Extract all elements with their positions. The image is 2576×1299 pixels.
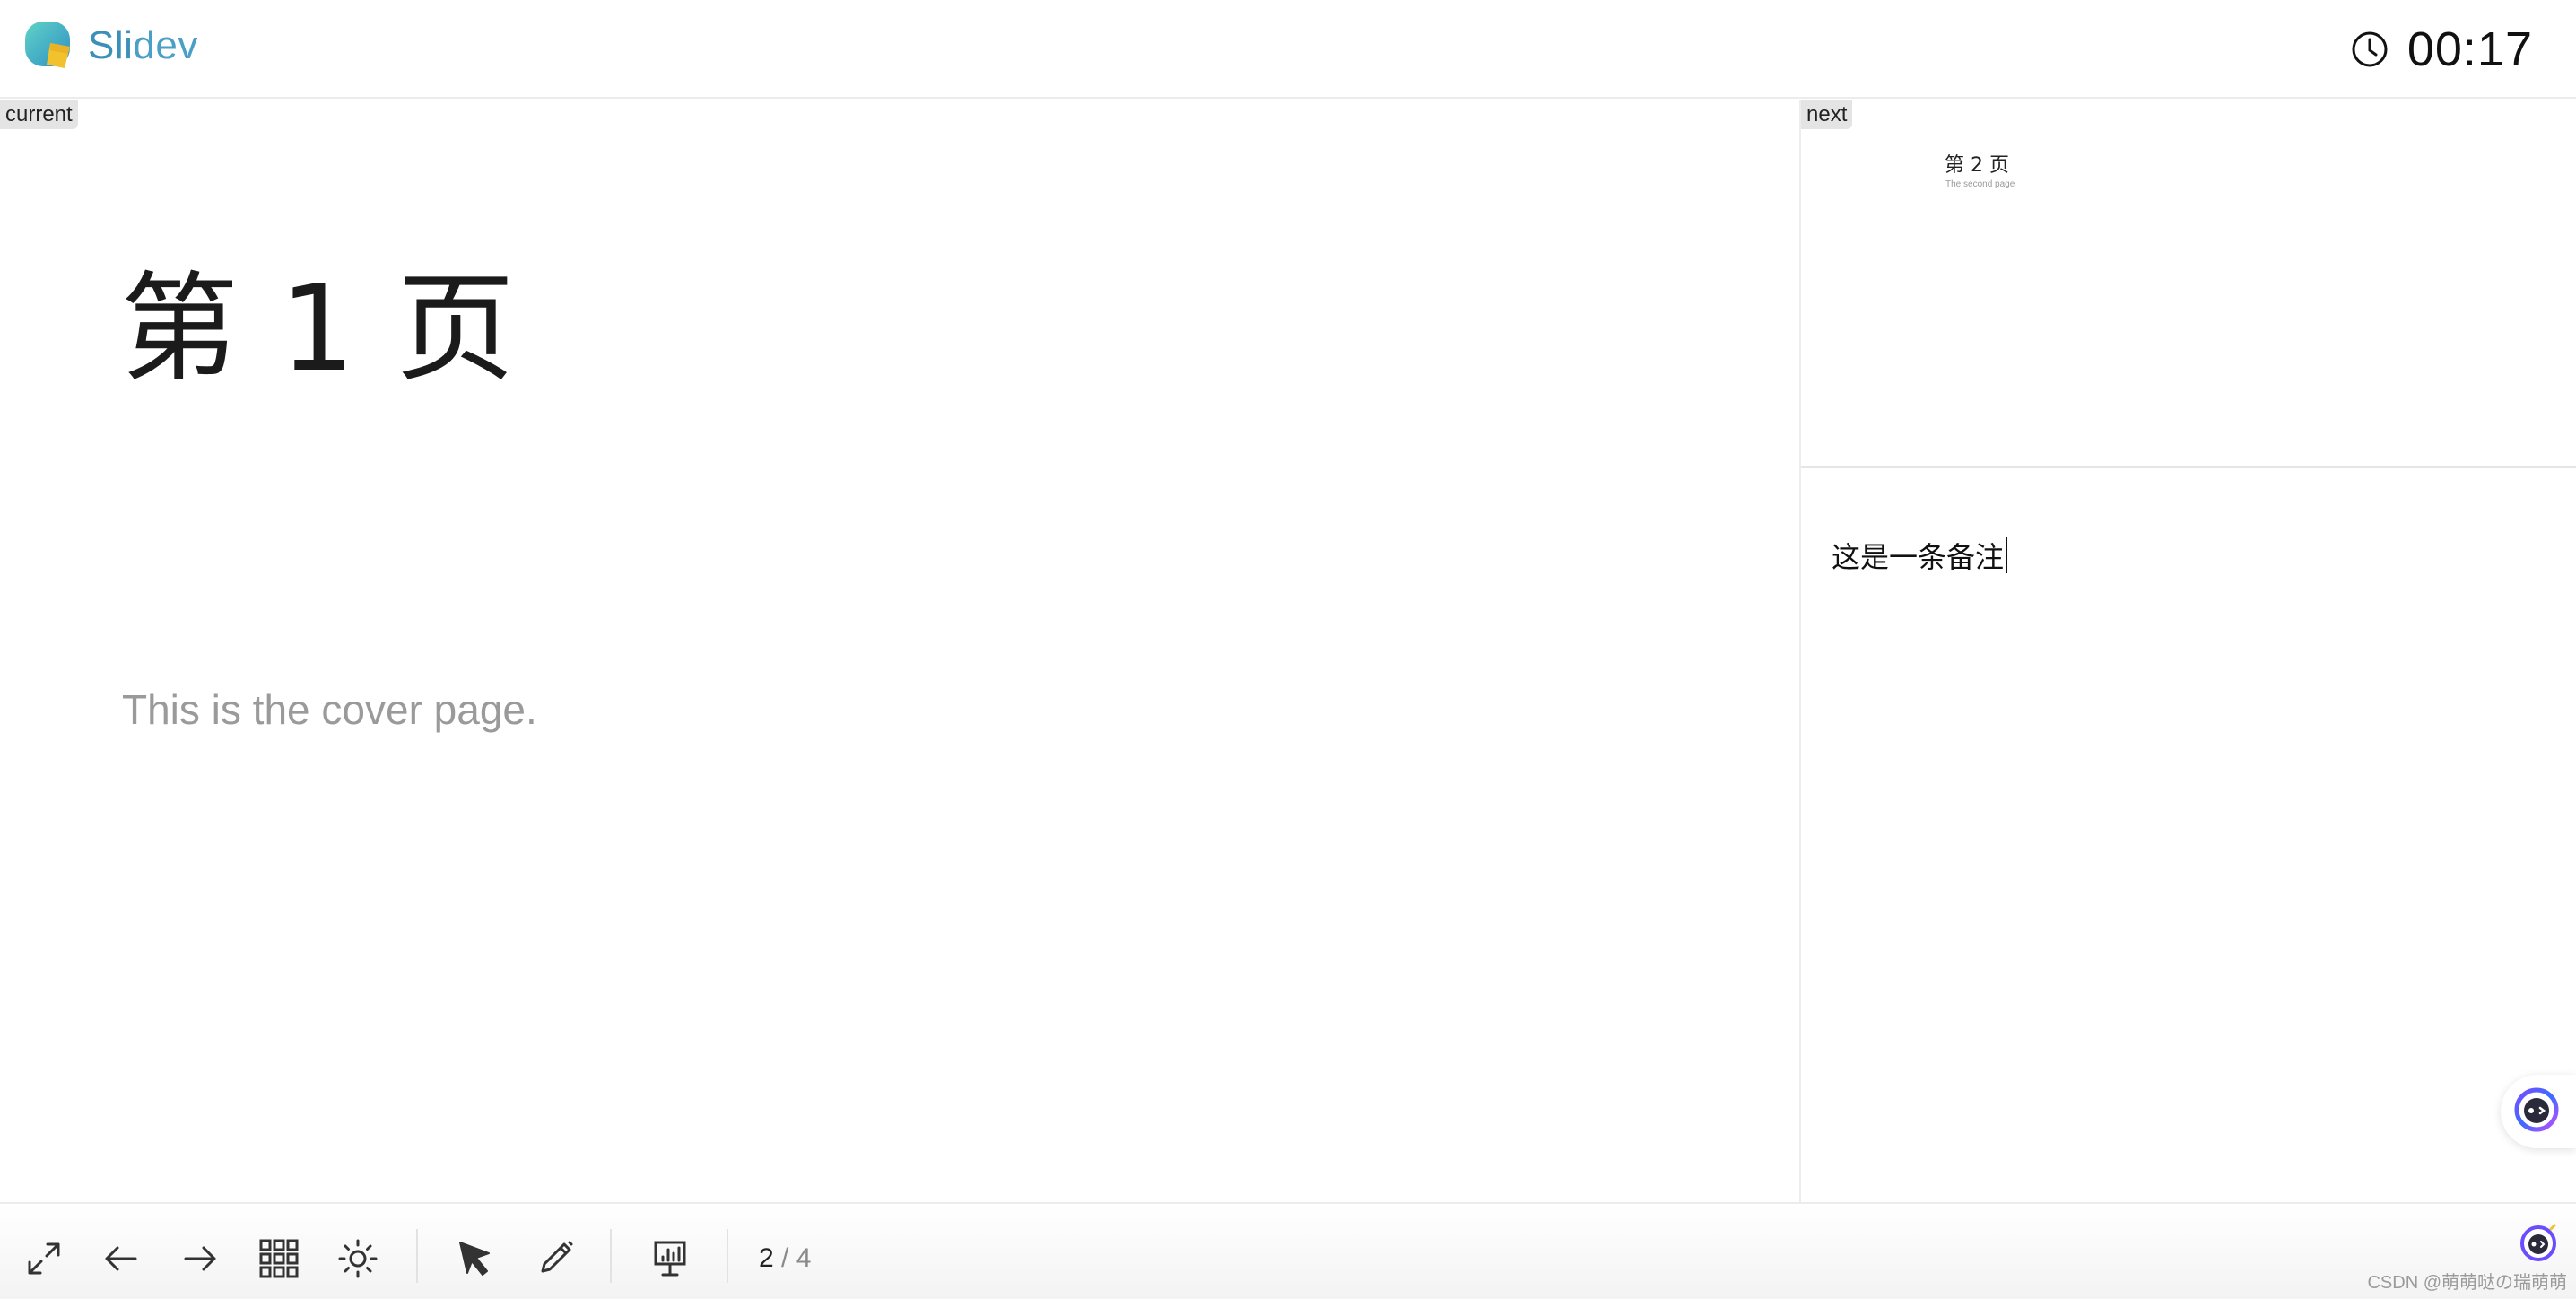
clock-icon xyxy=(2350,30,2389,69)
header-bar: Slidev 00:17 xyxy=(0,0,2576,99)
toolbar-separator xyxy=(416,1229,418,1283)
assistant-face-icon xyxy=(2520,1224,2556,1261)
slidev-logo[interactable]: Slidev xyxy=(23,20,198,72)
notes-editor[interactable]: 这是一条备注 xyxy=(1801,470,2576,1202)
next-slide-button[interactable] xyxy=(176,1234,224,1283)
toolbar-separator xyxy=(610,1229,612,1283)
previous-slide-button[interactable] xyxy=(97,1234,145,1283)
slide-subtitle: This is the cover page. xyxy=(122,686,537,733)
toolbar-separator xyxy=(727,1229,728,1283)
timer[interactable]: 00:17 xyxy=(2350,22,2533,77)
presenter-toolbar: 2 / 4 CSDN @萌萌哒の瑞萌萌 xyxy=(0,1202,2576,1299)
fullscreen-button[interactable] xyxy=(20,1234,68,1283)
presenter-mode-button[interactable] xyxy=(646,1234,694,1283)
cursor-icon xyxy=(459,1242,490,1276)
notes-text[interactable]: 这是一条备注 xyxy=(1832,535,2008,576)
next-slide-subtitle: The second page xyxy=(1945,179,2015,189)
arrow-left-icon xyxy=(105,1246,137,1271)
slide-title: 第 1 页 xyxy=(120,260,517,398)
current-slide-pane[interactable]: current 第 1 页 This is the cover page. xyxy=(0,100,1799,1202)
assistant-float-button[interactable] xyxy=(2501,1075,2576,1148)
next-slide-title: 第 2 页 xyxy=(1945,154,2009,177)
slidev-logo-text: Slidev xyxy=(88,23,198,67)
page-indicator[interactable]: 2 / 4 xyxy=(759,1243,811,1274)
slidev-logo-icon xyxy=(23,20,75,72)
timer-text: 00:17 xyxy=(2406,22,2533,76)
laser-pointer-button[interactable] xyxy=(450,1234,499,1283)
next-tag: next xyxy=(1801,100,1853,129)
assistant-corner-button[interactable] xyxy=(2517,1222,2560,1265)
presenter-icon xyxy=(654,1241,686,1277)
sun-icon xyxy=(338,1239,378,1278)
drawing-pen-button[interactable] xyxy=(531,1234,579,1283)
next-slide-pane[interactable]: next 第 2 页 The second page xyxy=(1801,100,2576,468)
pen-icon xyxy=(541,1241,573,1273)
current-tag: current xyxy=(0,100,78,129)
page-current: 2 xyxy=(759,1243,774,1273)
arrow-right-icon xyxy=(184,1246,216,1271)
grid-icon xyxy=(259,1239,299,1278)
theme-toggle-button[interactable] xyxy=(334,1234,382,1283)
fullscreen-icon xyxy=(28,1242,60,1275)
page-separator: / xyxy=(773,1243,796,1273)
page-total: 4 xyxy=(796,1243,812,1273)
slides-overview-button[interactable] xyxy=(255,1234,303,1283)
text-caret xyxy=(2006,537,2008,573)
watermark: CSDN @萌萌哒の瑞萌萌 xyxy=(2367,1273,2567,1293)
assistant-face-icon xyxy=(2513,1086,2560,1138)
